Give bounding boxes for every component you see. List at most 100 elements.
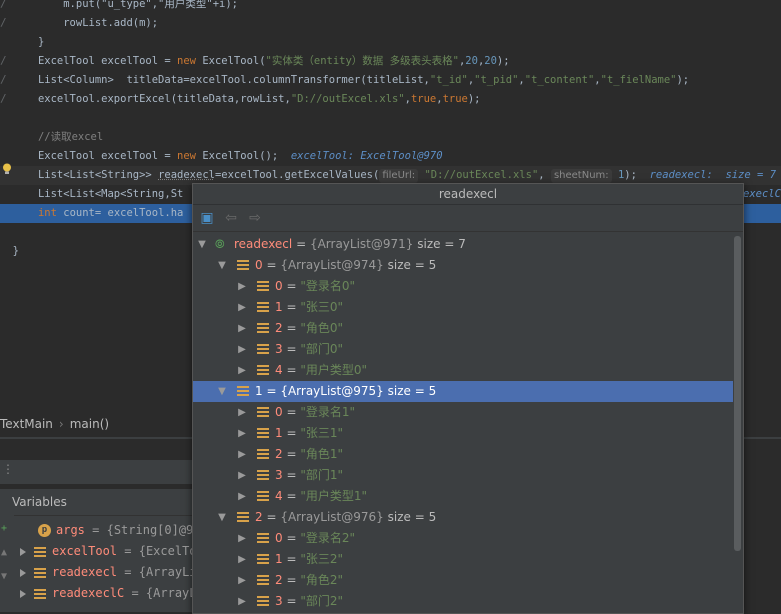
tree-string-node[interactable]: 0 = "登录名1" [193, 402, 733, 423]
code-line[interactable]: List<Column> titleData=excelTool.columnT… [0, 71, 781, 90]
lightbulb-icon[interactable] [2, 163, 12, 175]
variable-row[interactable]: excelTool = {ExcelTool@ [20, 541, 218, 562]
variable-row[interactable]: p args = {String[0]@969} [38, 520, 215, 541]
tree-string-node[interactable]: 2 = "角色0" [193, 318, 733, 339]
tree-string-node[interactable]: 2 = "角色2" [193, 570, 733, 591]
expand-arrow-icon[interactable] [20, 589, 26, 598]
hierarchy-icon[interactable]: ▣ [199, 210, 215, 226]
tree-string-node[interactable]: 2 = "角色1" [193, 444, 733, 465]
node-string-value: "登录名2" [300, 531, 356, 545]
node-string-value: "角色1" [300, 447, 344, 461]
expand-arrow-icon[interactable] [237, 402, 247, 423]
expand-arrow-icon[interactable] [237, 297, 247, 318]
tree-string-node[interactable]: 1 = "张三1" [193, 423, 733, 444]
gutter-fold-marker[interactable]: / [0, 73, 8, 86]
tree-string-node[interactable]: 1 = "张三2" [193, 549, 733, 570]
breadcrumb-class[interactable]: TextMain [0, 417, 53, 431]
tree-list-node[interactable]: 1 = {ArrayList@975} size = 5 [193, 381, 733, 402]
expand-arrow-icon[interactable] [237, 423, 247, 444]
expand-arrow-icon[interactable] [237, 549, 247, 570]
collapse-arrow-icon[interactable] [197, 234, 207, 255]
expand-arrow-icon[interactable] [237, 276, 247, 297]
variable-name: excelTool [52, 544, 118, 558]
code-line[interactable]: ExcelTool excelTool = new ExcelTool("实体类… [0, 52, 781, 71]
code-token: List<List<String>> [12, 169, 159, 181]
field-icon [257, 470, 269, 480]
field-icon [257, 323, 269, 333]
collapse-arrow-icon[interactable] [217, 507, 227, 528]
tree-string-node[interactable]: 3 = "部门2" [193, 591, 733, 612]
watch-icon[interactable]: + [1, 523, 7, 534]
node-index: 0 [275, 531, 283, 545]
code-line[interactable]: } [0, 33, 781, 52]
expand-arrow-icon[interactable] [237, 339, 247, 360]
field-icon [34, 567, 46, 578]
node-string-value: "部门2" [300, 594, 344, 608]
code-token: readexecl [158, 169, 215, 181]
field-icon [257, 407, 269, 417]
field-icon [237, 512, 249, 522]
code-token: ); [676, 74, 690, 86]
value-tree[interactable]: ⦾readexecl = {ArrayList@971} size = 70 =… [193, 234, 733, 613]
expand-arrow-icon[interactable] [237, 360, 247, 381]
gutter-fold-marker[interactable]: / [0, 16, 8, 29]
field-icon [257, 491, 269, 501]
code-token: } [12, 36, 45, 48]
expand-arrow-icon[interactable] [237, 486, 247, 507]
field-icon [34, 546, 46, 557]
expand-arrow-icon[interactable] [237, 591, 247, 612]
expand-arrow-icon[interactable] [237, 444, 247, 465]
tree-string-node[interactable]: 4 = "用户类型0" [193, 360, 733, 381]
code-line[interactable]: ExcelTool excelTool = new ExcelTool(); e… [0, 147, 781, 166]
variable-row[interactable]: readexeclC = {ArrayList [20, 583, 218, 604]
tree-string-node[interactable]: 3 = "部门1" [193, 465, 733, 486]
code-line[interactable] [0, 109, 781, 128]
code-token: //读取excel [12, 131, 104, 143]
code-line[interactable]: excelTool.exportExcel(titleData,rowList,… [0, 90, 781, 109]
collapse-arrow-icon[interactable] [217, 381, 227, 402]
expand-arrow-icon[interactable] [237, 465, 247, 486]
node-string-value: "登录名1" [300, 405, 356, 419]
code-token: List<Column> titleData=excelTool.columnT… [12, 74, 430, 86]
expand-arrow-icon[interactable] [20, 547, 26, 556]
node-string-value: "张三0" [300, 300, 344, 314]
node-size: size = 5 [387, 384, 437, 398]
expand-arrow-icon[interactable] [20, 568, 26, 577]
code-line[interactable]: rowList.add(m); [0, 14, 781, 33]
tree-root-node[interactable]: ⦾readexecl = {ArrayList@971} size = 7 [193, 234, 733, 255]
forward-arrow-icon[interactable]: ⇨ [247, 210, 263, 226]
breadcrumb-method[interactable]: main() [70, 417, 109, 431]
popup-scrollbar[interactable] [734, 236, 741, 551]
variable-row[interactable]: readexecl = {ArrayList@ [20, 562, 218, 583]
inline-value-hint: readexecl: size = 7 [649, 169, 777, 181]
expand-arrow-icon[interactable] [237, 528, 247, 549]
code-token: excelTool.exportExcel(titleData,rowList, [12, 93, 291, 105]
gutter-fold-marker[interactable]: / [0, 54, 8, 67]
expand-arrow-icon[interactable] [237, 318, 247, 339]
tree-string-node[interactable]: 0 = "登录名0" [193, 276, 733, 297]
arrow-up-icon[interactable]: ▲ [1, 547, 7, 558]
popup-title[interactable]: readexecl [193, 184, 743, 205]
gutter-fold-marker[interactable]: / [0, 0, 8, 10]
tree-string-node[interactable]: 3 = "部门0" [193, 339, 733, 360]
tree-list-node[interactable]: 0 = {ArrayList@974} size = 5 [193, 255, 733, 276]
value-inspector-popup[interactable]: readexecl ▣ ⇦ ⇨ ⦾readexecl = {ArrayList@… [192, 183, 744, 614]
tree-string-node[interactable]: 0 = "登录名2" [193, 528, 733, 549]
field-icon [257, 428, 269, 438]
expand-arrow-icon[interactable] [237, 570, 247, 591]
dots-icon[interactable]: ⋮ [2, 462, 14, 476]
node-index: 2 [255, 510, 263, 524]
tree-string-node[interactable]: 1 = "张三0" [193, 297, 733, 318]
code-line-overflow: execlC [743, 185, 781, 204]
code-line[interactable]: m.put("u_type","用户类型"+i); [0, 0, 781, 14]
arrow-down-icon[interactable]: ▼ [1, 571, 7, 582]
node-index: 2 [275, 573, 283, 587]
code-line[interactable]: //读取excel [0, 128, 781, 147]
tree-string-node[interactable]: 4 = "用户类型1" [193, 486, 733, 507]
tree-list-node[interactable]: 2 = {ArrayList@976} size = 5 [193, 507, 733, 528]
debug-toolbar: ⋮ [0, 460, 200, 484]
back-arrow-icon[interactable]: ⇦ [223, 210, 239, 226]
field-icon [257, 344, 269, 354]
gutter-fold-marker[interactable]: / [0, 92, 8, 105]
collapse-arrow-icon[interactable] [217, 255, 227, 276]
